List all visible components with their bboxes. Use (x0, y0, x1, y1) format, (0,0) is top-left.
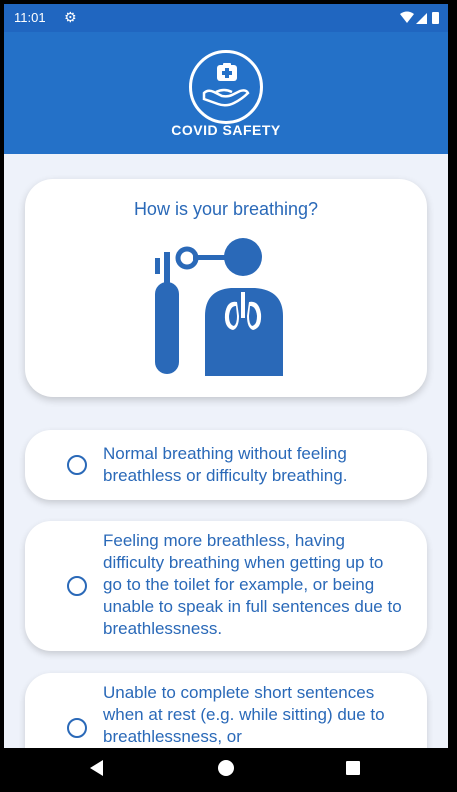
question-title: How is your breathing? (133, 199, 319, 219)
battery-icon (432, 12, 439, 24)
app-header: COVID SAFETY (4, 32, 448, 154)
radio-button[interactable] (67, 455, 87, 475)
medical-hand-icon (202, 63, 250, 107)
question-card: How is your breathing? (25, 179, 427, 397)
option-card-normal[interactable]: Normal breathing without feeling breathl… (25, 430, 427, 500)
radio-button[interactable] (67, 576, 87, 596)
option-label: Normal breathing without feeling breathl… (103, 444, 348, 485)
wifi-icon (400, 11, 414, 23)
home-icon[interactable] (218, 760, 234, 776)
device-screen: 11:01 ⚙ COVID SAFETY How is your breathi… (4, 4, 448, 788)
content-scroll[interactable]: How is your breathing? Normal breathing … (4, 154, 448, 748)
app-title: COVID SAFETY (171, 122, 281, 138)
option-card-more-breathless[interactable]: Feeling more breathless, having difficul… (25, 521, 427, 651)
status-time: 11:01 (14, 10, 46, 25)
signal-icon (416, 13, 427, 24)
status-icons (400, 11, 439, 24)
gear-icon: ⚙ (64, 9, 77, 25)
option-card-unable-to-complete[interactable]: Unable to complete short sentences when … (25, 673, 427, 748)
app-logo (189, 50, 263, 124)
status-bar: 11:01 ⚙ (4, 4, 448, 32)
radio-button[interactable] (67, 718, 87, 738)
option-label: Feeling more breathless, having difficul… (103, 531, 402, 638)
back-icon[interactable] (90, 760, 103, 776)
navigation-bar (4, 748, 448, 788)
recents-icon[interactable] (346, 761, 360, 775)
option-label: Unable to complete short sentences when … (103, 683, 385, 746)
oxygen-breathing-icon (155, 238, 283, 376)
